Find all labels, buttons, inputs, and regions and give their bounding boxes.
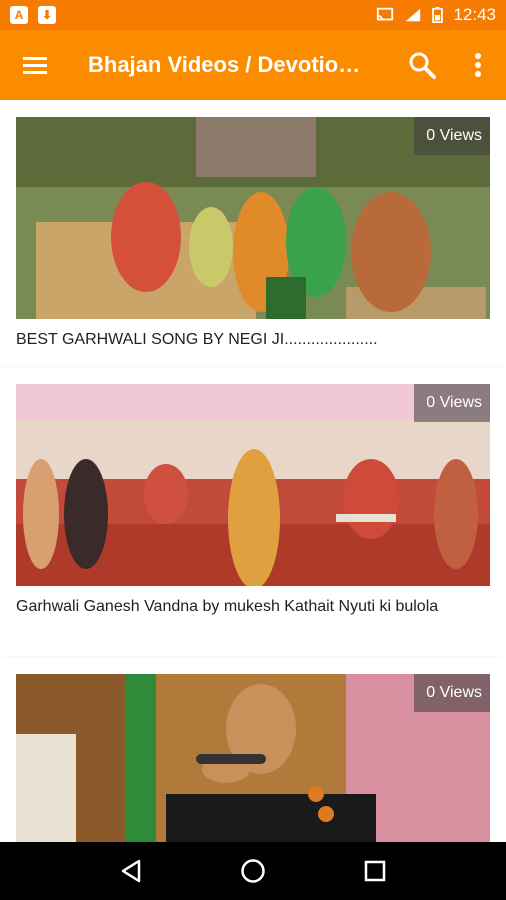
search-button[interactable] (394, 30, 450, 100)
video-card[interactable]: 0 Views Garhwali Ganesh Vandna by mukesh… (0, 367, 506, 657)
download-icon: ⬇ (38, 6, 56, 24)
status-bar: A ⬇ 12:43 (0, 0, 506, 30)
page-title: Bhajan Videos / Devotio… (88, 52, 361, 77)
home-button[interactable] (233, 851, 273, 891)
video-thumbnail[interactable]: 0 Views (16, 117, 490, 319)
status-right-icons: 12:43 (376, 5, 496, 25)
a-icon: A (10, 6, 28, 24)
back-triangle-icon (121, 859, 141, 883)
menu-button[interactable] (0, 30, 70, 100)
views-badge: 0 Views (414, 384, 490, 422)
video-thumbnail[interactable]: 0 Views (16, 384, 490, 586)
video-list: 0 Views BEST GARHWALI SONG BY NEGI JI...… (0, 100, 506, 842)
views-badge: 0 Views (414, 674, 490, 712)
recents-button[interactable] (355, 851, 395, 891)
status-time: 12:43 (453, 5, 496, 24)
views-badge: 0 Views (414, 117, 490, 155)
battery-icon (432, 7, 444, 23)
more-options-button[interactable] (450, 30, 506, 100)
navigation-bar (0, 842, 506, 900)
video-card[interactable]: 0 Views (0, 657, 506, 842)
video-card[interactable]: 0 Views BEST GARHWALI SONG BY NEGI JI...… (0, 100, 506, 367)
signal-lte-icon (406, 8, 421, 22)
app-bar: Bhajan Videos / Devotio… (0, 30, 506, 100)
home-circle-icon (241, 859, 265, 883)
cast-icon (377, 7, 394, 21)
more-vert-icon (475, 53, 481, 77)
video-title[interactable]: BEST GARHWALI SONG BY NEGI JI...........… (16, 329, 492, 351)
status-left-icons: A ⬇ (10, 6, 56, 24)
hamburger-icon (23, 57, 47, 74)
back-button[interactable] (111, 851, 151, 891)
video-title[interactable]: Garhwali Ganesh Vandna by mukesh Kathait… (16, 596, 492, 618)
search-icon (409, 52, 436, 79)
recents-square-icon (364, 860, 386, 882)
video-thumbnail[interactable]: 0 Views (16, 674, 490, 842)
